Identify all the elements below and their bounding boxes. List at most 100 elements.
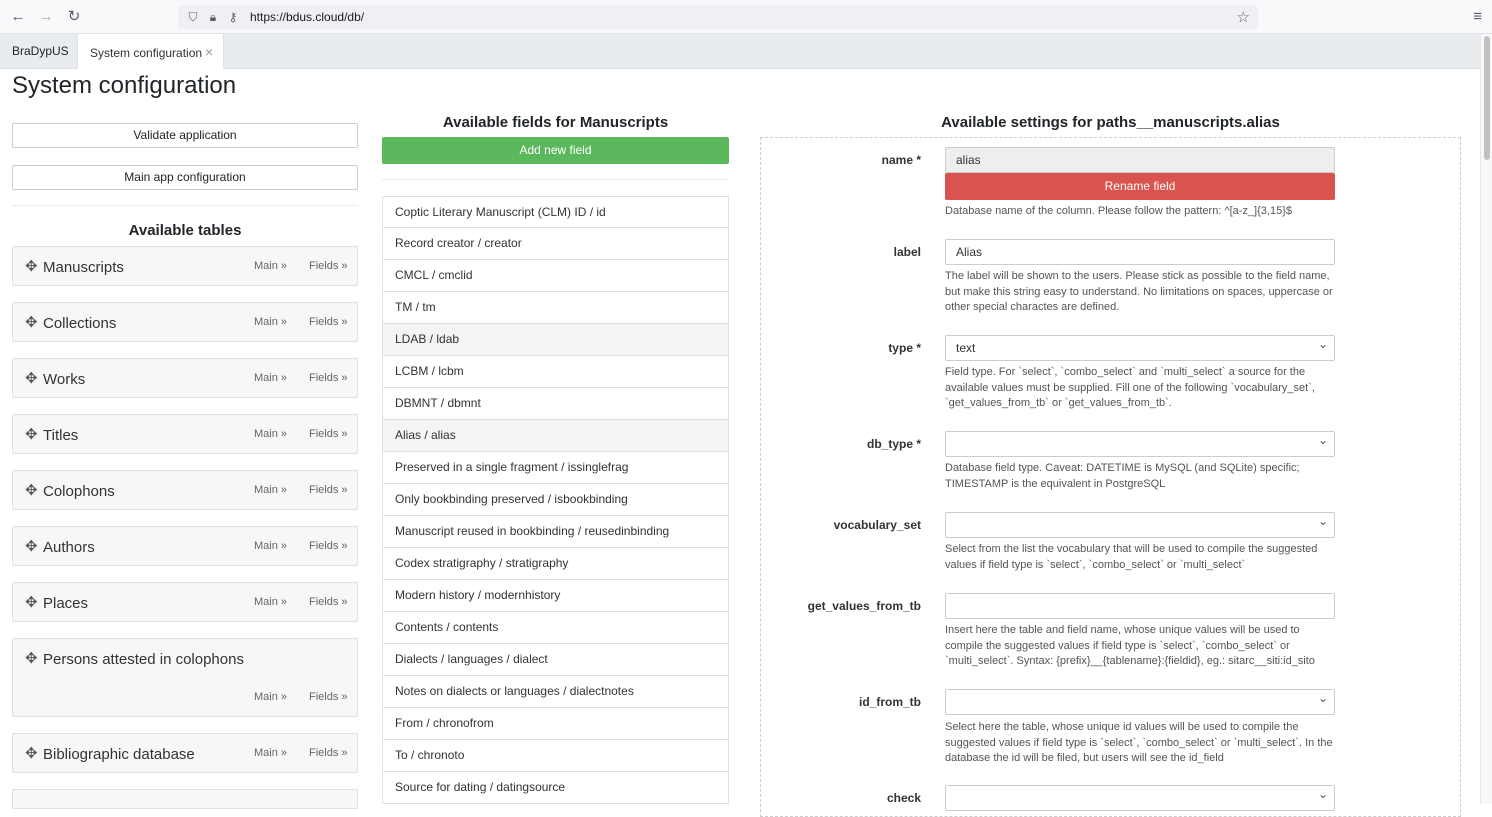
move-icon[interactable]: ✥ — [25, 425, 38, 443]
app-brand[interactable]: BraDypUS — [12, 44, 69, 58]
address-bar[interactable]: ⛉ 🔒︎ ⚷ https://bdus.cloud/db/ ☆ — [178, 5, 1258, 29]
main-link[interactable]: Main » — [254, 260, 287, 272]
move-icon[interactable]: ✥ — [25, 649, 38, 667]
rename-field-button[interactable]: Rename field — [945, 173, 1335, 200]
table-card-authors[interactable]: ✥ Authors Main » Fields » — [12, 526, 358, 566]
tab-system-configuration[interactable]: System configuration × — [77, 34, 224, 69]
move-icon[interactable]: ✥ — [25, 369, 38, 387]
move-icon[interactable]: ✥ — [25, 744, 38, 762]
field-list-item[interactable]: Preserved in a single fragment / issingl… — [382, 452, 729, 484]
field-list-item[interactable]: Record creator / creator — [382, 228, 729, 260]
back-icon[interactable]: ← — [10, 9, 26, 25]
name-label: name * — [881, 153, 921, 167]
type-select[interactable]: text — [945, 332, 1335, 361]
move-icon[interactable]: ✥ — [25, 481, 38, 499]
field-list-item[interactable]: LDAB / ldab — [382, 324, 729, 356]
fields-link[interactable]: Fields » — [309, 691, 348, 703]
available-tables-heading: Available tables — [128, 222, 242, 239]
id-from-tb-select[interactable] — [945, 686, 1335, 715]
table-card-partial[interactable] — [12, 789, 358, 809]
url-text[interactable]: https://bdus.cloud/db/ — [250, 10, 364, 24]
table-card-persons-attested-in-colophons[interactable]: ✥ Persons attested in colophons Main » F… — [12, 638, 358, 717]
table-card-collections[interactable]: ✥ Collections Main » Fields » — [12, 302, 358, 342]
table-card-places[interactable]: ✥ Places Main » Fields » — [12, 582, 358, 622]
scrollbar-thumb[interactable] — [1484, 36, 1490, 160]
bookmark-star-icon[interactable]: ☆ — [1237, 8, 1250, 26]
move-icon[interactable]: ✥ — [25, 313, 38, 331]
main-link[interactable]: Main » — [254, 596, 287, 608]
url-host: bdus.cloud — [286, 10, 345, 24]
forward-icon[interactable]: → — [38, 9, 54, 25]
move-icon[interactable]: ✥ — [25, 257, 38, 275]
validate-application-button[interactable]: Validate application — [12, 123, 358, 148]
available-fields-heading: Available fields for Manuscripts — [442, 114, 669, 131]
table-name: Places — [43, 595, 89, 612]
field-list-item[interactable]: Codex stratigraphy / stratigraphy — [382, 548, 729, 580]
fields-link[interactable]: Fields » — [309, 428, 348, 440]
table-card-titles[interactable]: ✥ Titles Main » Fields » — [12, 414, 358, 454]
label-label: label — [893, 245, 921, 259]
close-tab-icon[interactable]: × — [205, 44, 213, 60]
available-settings-heading: Available settings for paths__manuscript… — [941, 114, 1280, 131]
db-type-help: Database field type. Caveat: DATETIME is… — [945, 462, 1300, 490]
fields-link[interactable]: Fields » — [309, 540, 348, 552]
fields-link[interactable]: Fields » — [309, 596, 348, 608]
field-list-item[interactable]: Dialects / languages / dialect — [382, 644, 729, 676]
main-link[interactable]: Main » — [254, 540, 287, 552]
move-icon[interactable]: ✥ — [25, 537, 38, 555]
fields-link[interactable]: Fields » — [309, 747, 348, 759]
main-link[interactable]: Main » — [254, 691, 287, 703]
main-link[interactable]: Main » — [254, 747, 287, 759]
main-app-configuration-button[interactable]: Main app configuration — [12, 165, 358, 190]
table-name: Authors — [43, 539, 95, 556]
field-list-item[interactable]: Source for dating / datingsource — [382, 772, 729, 804]
hamburger-menu-icon[interactable]: ≡ — [1473, 8, 1482, 25]
field-list-item[interactable]: Notes on dialects or languages / dialect… — [382, 676, 729, 708]
field-list-item[interactable]: Manuscript reused in bookbinding / reuse… — [382, 516, 729, 548]
fields-link[interactable]: Fields » — [309, 316, 348, 328]
id-from-tb-label: id_from_tb — [858, 695, 921, 709]
field-list-item-selected[interactable]: Alias / alias — [382, 420, 729, 452]
fields-link[interactable]: Fields » — [309, 260, 348, 272]
field-list-item[interactable]: LCBM / lcbm — [382, 356, 729, 388]
field-list-item[interactable]: Contents / contents — [382, 612, 729, 644]
url-path: /db/ — [344, 10, 365, 24]
table-card-works[interactable]: ✥ Works Main » Fields » — [12, 358, 358, 398]
vocabulary-set-select[interactable] — [945, 509, 1335, 538]
table-name: Colophons — [43, 483, 115, 500]
table-name: Manuscripts — [43, 259, 124, 276]
check-label: check — [886, 791, 921, 805]
get-values-from-tb-input[interactable] — [945, 593, 1335, 619]
main-link[interactable]: Main » — [254, 372, 287, 384]
field-list-item[interactable]: Coptic Literary Manuscript (CLM) ID / id — [382, 196, 729, 228]
field-list-item[interactable]: TM / tm — [382, 292, 729, 324]
add-new-field-button[interactable]: Add new field — [382, 137, 729, 164]
name-input[interactable]: alias — [945, 147, 1335, 173]
page-scrollbar[interactable] — [1480, 34, 1492, 804]
main-link[interactable]: Main » — [254, 484, 287, 496]
move-icon[interactable]: ✥ — [25, 593, 38, 611]
field-list-item[interactable]: From / chronofrom — [382, 708, 729, 740]
key-icon[interactable]: ⚷ — [226, 10, 240, 24]
shield-icon[interactable]: ⛉ — [186, 10, 200, 24]
main-link[interactable]: Main » — [254, 316, 287, 328]
check-select[interactable] — [945, 782, 1335, 811]
lock-icon[interactable]: 🔒︎ — [206, 10, 220, 24]
field-list-item[interactable]: Modern history / modernhistory — [382, 580, 729, 612]
table-card-colophons[interactable]: ✥ Colophons Main » Fields » — [12, 470, 358, 510]
field-list-item[interactable]: Only bookbinding preserved / isbookbindi… — [382, 484, 729, 516]
main-link[interactable]: Main » — [254, 428, 287, 440]
field-list-item[interactable]: CMCL / cmclid — [382, 260, 729, 292]
reload-icon[interactable]: ↻ — [66, 9, 82, 25]
db-type-label: db_type * — [866, 437, 921, 451]
label-help: The label will be shown to the users. Pl… — [945, 270, 1333, 313]
fields-link[interactable]: Fields » — [309, 372, 348, 384]
db-type-select[interactable] — [945, 428, 1335, 457]
field-list-item[interactable]: DBMNT / dbmnt — [382, 388, 729, 420]
table-card-bibliographic-database[interactable]: ✥ Bibliographic database Main » Fields » — [12, 733, 358, 773]
vocabulary-set-help: Select from the list the vocabulary that… — [945, 543, 1318, 571]
label-input[interactable]: Alias — [945, 239, 1335, 265]
table-card-manuscripts[interactable]: ✥ Manuscripts Main » Fields » — [12, 246, 358, 286]
fields-link[interactable]: Fields » — [309, 484, 348, 496]
field-list-item[interactable]: To / chronoto — [382, 740, 729, 772]
